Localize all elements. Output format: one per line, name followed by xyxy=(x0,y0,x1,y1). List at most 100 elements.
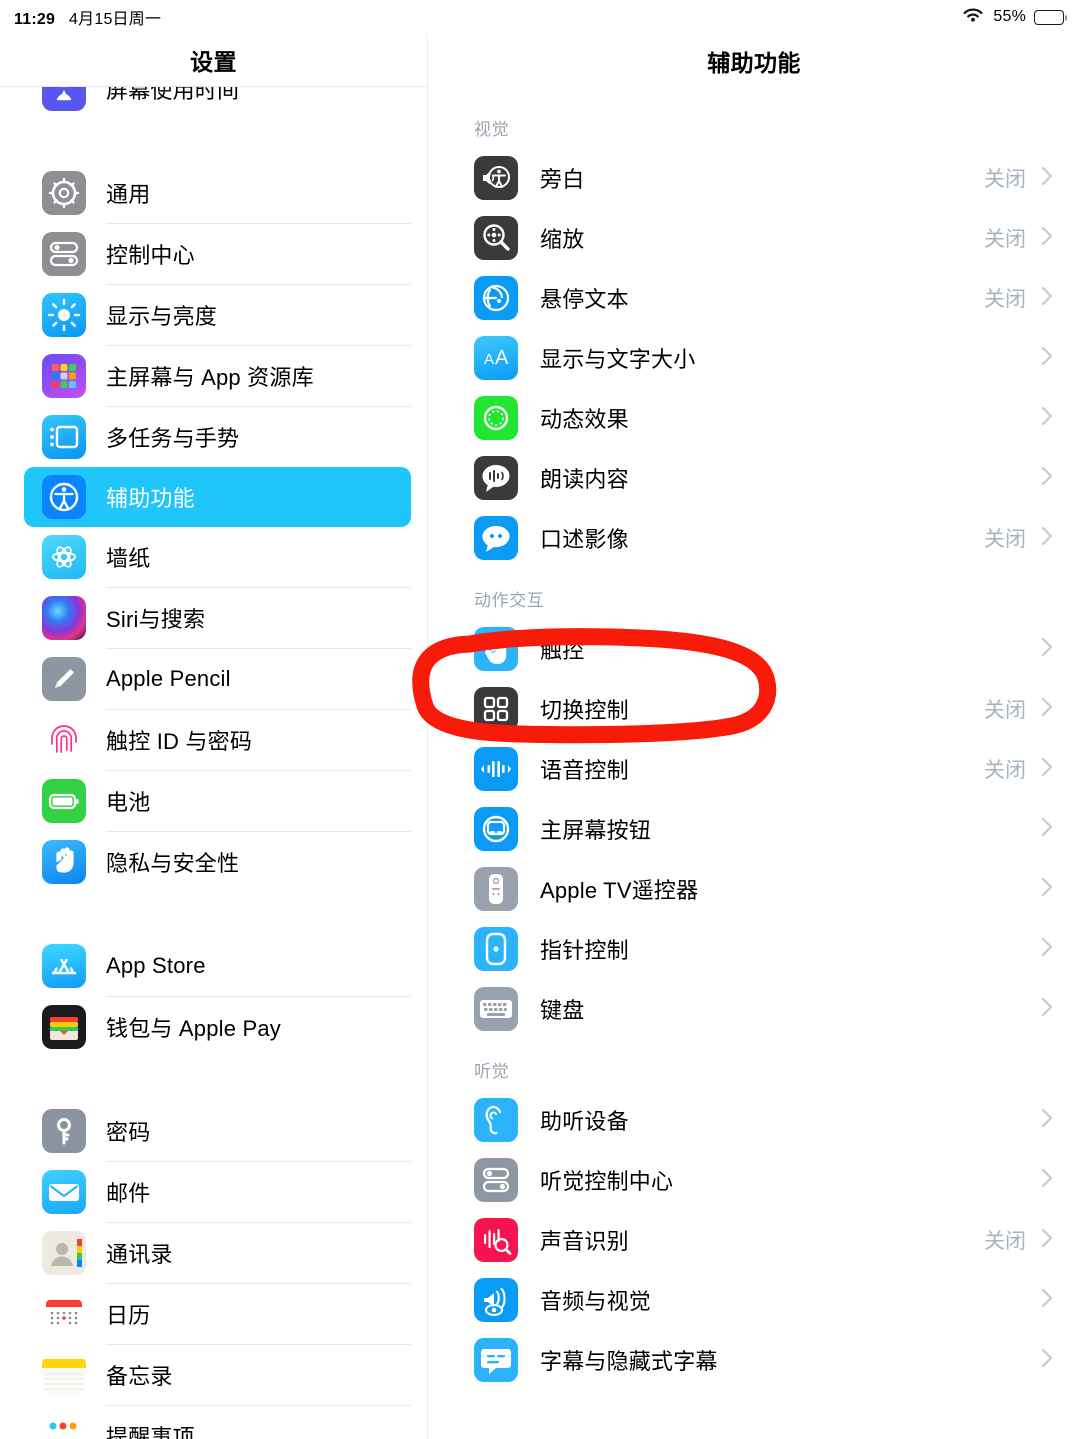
svg-text:A: A xyxy=(484,351,494,368)
detail-row-0-1[interactable]: 缩放 关闭 xyxy=(428,208,1080,268)
sidebar-item-8-g1[interactable]: Apple Pencil xyxy=(0,649,411,709)
apple-pencil-icon xyxy=(42,657,86,701)
svg-text:A: A xyxy=(495,347,509,369)
sidebar-item-6-g1[interactable]: 墙纸 xyxy=(0,527,411,587)
detail-row-0-2[interactable]: 悬停文本 关闭 xyxy=(428,268,1080,328)
sidebar-item-0-g2[interactable]: App Store xyxy=(0,936,411,996)
detail-row-0-3[interactable]: A A 显示与文字大小 xyxy=(428,328,1080,388)
sidebar-item-5-g3[interactable]: 提醒事项 xyxy=(0,1406,411,1439)
chevron-right-icon xyxy=(1040,284,1054,313)
sidebar-item-2-g3[interactable]: 通讯录 xyxy=(0,1223,411,1283)
voice-control-icon xyxy=(474,747,518,791)
chevron-right-icon xyxy=(1040,815,1054,844)
sidebar-item-9-g1[interactable]: 触控 ID 与密码 xyxy=(0,710,411,770)
group-gap xyxy=(0,892,427,936)
detail-row-2-2[interactable]: 声音识别 关闭 xyxy=(428,1210,1080,1270)
sidebar-item-1-g1[interactable]: 控制中心 xyxy=(0,224,411,284)
sidebar-item-4-g3[interactable]: 备忘录 xyxy=(0,1345,411,1405)
detail-row-1-1[interactable]: 切换控制 关闭 xyxy=(428,679,1080,739)
battery-icon xyxy=(42,779,86,823)
sidebar-item-4-g1[interactable]: 多任务与手势 xyxy=(0,407,411,467)
hearing-control-center-icon xyxy=(474,1158,518,1202)
hearing-devices-icon xyxy=(474,1098,518,1142)
detail-row-2-3[interactable]: 音频与视觉 xyxy=(428,1270,1080,1330)
zoom-magnifier-icon xyxy=(474,216,518,260)
sidebar-item-label: 显示与亮度 xyxy=(106,304,218,329)
spoken-content-icon xyxy=(474,456,518,500)
sidebar-item-7-g1[interactable]: Siri与搜索 xyxy=(0,588,411,648)
sidebar-item-3-g1[interactable]: 主屏幕与 App 资源库 xyxy=(0,346,411,406)
chevron-right-icon xyxy=(1040,995,1054,1024)
sidebar-item-label: 通讯录 xyxy=(106,1242,173,1267)
sidebar-item-5-g1[interactable]: 辅助功能 xyxy=(24,467,411,527)
detail-row-1-6[interactable]: 键盘 xyxy=(428,979,1080,1039)
detail-row-0-6[interactable]: 口述影像 关闭 xyxy=(428,508,1080,568)
detail-row-label: 旁白 xyxy=(540,167,585,192)
sidebar-item-10-g1[interactable]: 电池 xyxy=(0,771,411,831)
sidebar-item-label: 辅助功能 xyxy=(106,486,195,511)
calendar-icon xyxy=(42,1292,86,1336)
battery-percent-label: 55% xyxy=(993,8,1026,25)
detail-row-2-4[interactable]: 字幕与隐藏式字幕 xyxy=(428,1330,1080,1390)
detail-row-0-5[interactable]: 朗读内容 xyxy=(428,448,1080,508)
sidebar-item-3-g3[interactable]: 日历 xyxy=(0,1284,411,1344)
sidebar-item-1-g3[interactable]: 邮件 xyxy=(0,1162,411,1222)
status-bar: 11:29 4月15日周一 55% xyxy=(0,0,1080,34)
detail-title: 辅助功能 xyxy=(707,49,801,76)
sidebar-item-label: 日历 xyxy=(106,1303,151,1328)
chevron-right-icon xyxy=(1040,1226,1054,1255)
sidebar-item-0-g3[interactable]: 密码 xyxy=(0,1101,411,1161)
detail-row-1-0[interactable]: 触控 xyxy=(428,619,1080,679)
sidebar-item-label: App Store xyxy=(106,953,206,978)
motion-icon xyxy=(474,396,518,440)
voiceover-icon xyxy=(474,156,518,200)
detail-scroll-area[interactable]: 视觉 旁白 关闭 缩放 关闭 悬停文本 关闭 A A 显示与文字大小 动态效果 朗读内容 口述影像 关闭动… xyxy=(428,87,1080,1439)
sidebar-scroll-area[interactable]: 屏幕使用时间通用控制中心显示与亮度主屏幕与 App 资源库 多任务与手势辅助功能墙… xyxy=(0,87,427,1439)
sidebar-item-label: 控制中心 xyxy=(106,243,195,268)
detail-row-2-1[interactable]: 听觉控制中心 xyxy=(428,1150,1080,1210)
accessibility-detail-pane[interactable]: 辅助功能 视觉 旁白 关闭 缩放 关闭 悬停文本 关闭 A A 显示与文字大小 动态效果 朗读内容 口述… xyxy=(428,34,1080,1439)
detail-row-2-0[interactable]: 助听设备 xyxy=(428,1090,1080,1150)
battery-icon xyxy=(1034,9,1067,25)
chevron-right-icon xyxy=(1040,1106,1054,1135)
touch-hand-icon xyxy=(474,627,518,671)
detail-row-0-0[interactable]: 旁白 关闭 xyxy=(428,148,1080,208)
sidebar-item-0-g0[interactable]: 屏幕使用时间 xyxy=(0,87,411,119)
sidebar-item-label: 密码 xyxy=(106,1120,151,1145)
detail-row-0-4[interactable]: 动态效果 xyxy=(428,388,1080,448)
sidebar-item-label: 钱包与 Apple Pay xyxy=(106,1016,282,1041)
wallet-icon xyxy=(42,1005,86,1049)
privacy-hand-icon xyxy=(42,840,86,884)
apple-tv-remote-icon xyxy=(474,867,518,911)
settings-sidebar[interactable]: 设置 屏幕使用时间 通用 控制中心 显示与亮度 主屏幕与 App 资源库 多任务与手势 辅助… xyxy=(0,34,428,1439)
sidebar-item-0-g1[interactable]: 通用 xyxy=(0,163,411,223)
detail-row-label: 悬停文本 xyxy=(540,287,629,312)
sidebar-item-label: 电池 xyxy=(106,790,151,815)
touch-id-icon xyxy=(42,718,86,762)
subtitles-captions-icon xyxy=(474,1338,518,1382)
sidebar-item-label: 屏幕使用时间 xyxy=(106,87,240,103)
detail-row-1-4[interactable]: Apple TV遥控器 xyxy=(428,859,1080,919)
detail-row-value: 关闭 xyxy=(984,228,1026,251)
detail-row-1-2[interactable]: 语音控制 关闭 xyxy=(428,739,1080,799)
home-screen-icon xyxy=(42,354,86,398)
display-text-size-icon: AA xyxy=(474,336,518,380)
sidebar-item-2-g1[interactable]: 显示与亮度 xyxy=(0,285,411,345)
group-gap xyxy=(0,1057,427,1101)
accessibility-icon xyxy=(42,475,86,519)
control-center-icon xyxy=(42,232,86,276)
siri-icon xyxy=(42,596,86,640)
detail-row-1-5[interactable]: 指针控制 xyxy=(428,919,1080,979)
detail-row-label: 键盘 xyxy=(540,998,585,1023)
detail-row-label: 指针控制 xyxy=(540,938,629,963)
sidebar-item-1-g2[interactable]: 钱包与 Apple Pay xyxy=(0,997,411,1057)
sidebar-item-11-g1[interactable]: 隐私与安全性 xyxy=(0,832,411,892)
mail-icon xyxy=(42,1170,86,1214)
detail-row-label: 触控 xyxy=(540,638,585,663)
detail-row-label: 口述影像 xyxy=(540,527,629,552)
detail-row-label: 语音控制 xyxy=(540,758,629,783)
wifi-icon xyxy=(961,6,985,29)
chevron-right-icon xyxy=(1040,695,1054,724)
home-button-icon xyxy=(474,807,518,851)
detail-row-1-3[interactable]: 主屏幕按钮 xyxy=(428,799,1080,859)
